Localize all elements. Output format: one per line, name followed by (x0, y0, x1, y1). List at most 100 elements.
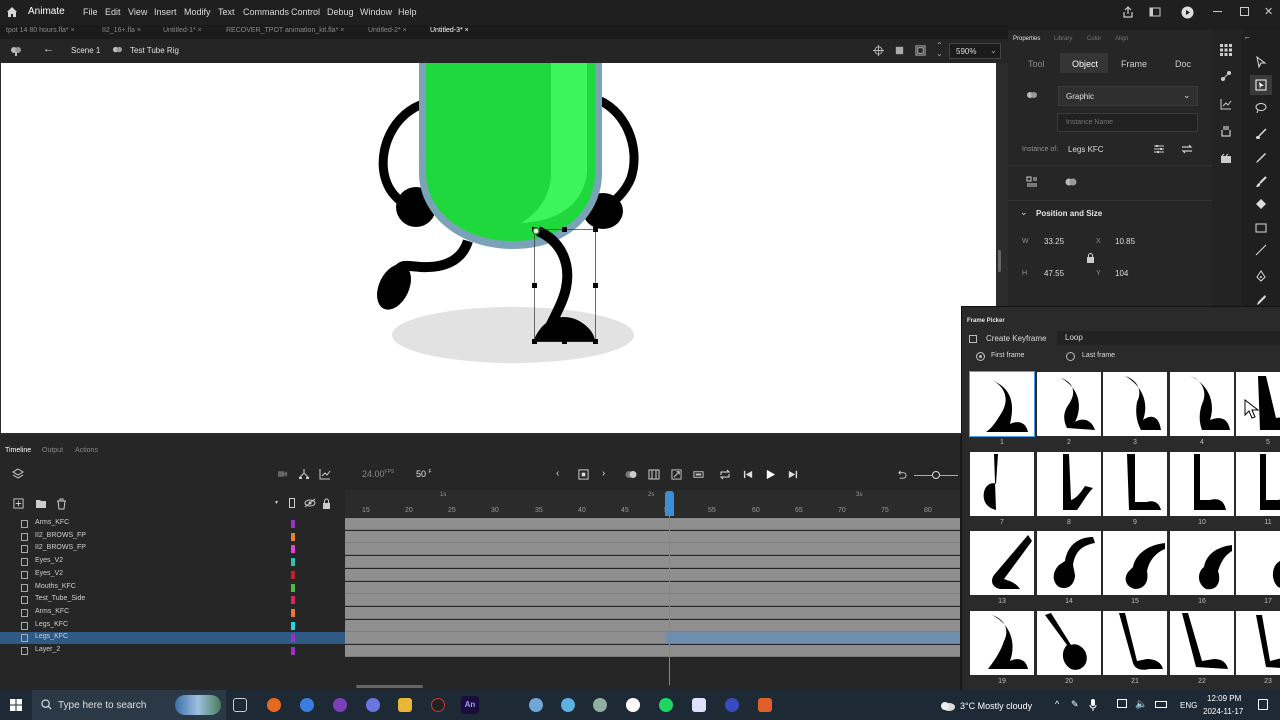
layer-row[interactable]: Layer_2 (0, 645, 345, 657)
loop-select[interactable]: Loop (1057, 331, 1280, 345)
layer-color-swatch[interactable] (291, 583, 295, 592)
language-indicator[interactable]: ENG (1180, 701, 1197, 710)
onion-skin-icon[interactable] (625, 469, 637, 480)
workspace-icon[interactable] (1149, 6, 1161, 18)
menu-view[interactable]: View (128, 7, 147, 17)
app-icon[interactable] (725, 698, 739, 712)
chrome-icon[interactable] (300, 698, 314, 712)
layer-color-swatch[interactable] (291, 532, 295, 541)
pencil-icon[interactable] (1255, 152, 1267, 164)
visibility-icon[interactable] (304, 498, 316, 508)
rectangle-tool-icon[interactable] (1255, 222, 1267, 234)
layer-color-swatch[interactable] (291, 647, 295, 655)
lock-icon[interactable] (1086, 253, 1095, 263)
zoom-select[interactable]: 590% ⌄ (949, 43, 1001, 59)
layer-color-swatch[interactable] (291, 558, 295, 567)
symbol-breadcrumb[interactable]: Test Tube Rig (130, 46, 179, 55)
subtab-object-bg[interactable]: Object (1060, 53, 1108, 73)
subtab-doc[interactable]: Doc (1175, 59, 1191, 69)
frame-thumbnail[interactable] (1170, 611, 1234, 675)
chevron-down-icon[interactable]: ⌄ (1020, 207, 1028, 218)
new-layer-icon[interactable] (13, 498, 24, 509)
graph-icon[interactable] (1220, 98, 1232, 110)
timeline-scrollbar[interactable] (356, 685, 423, 688)
layer-row[interactable]: II2_BROWS_FP (0, 531, 345, 543)
tab-output[interactable]: Output (42, 447, 63, 454)
h-value[interactable]: 47.55 (1044, 269, 1064, 278)
symbol-type-select[interactable]: Graphic ⌄ (1058, 86, 1198, 106)
fit-icon[interactable] (915, 45, 926, 56)
menu-help[interactable]: Help (398, 7, 417, 17)
graph-icon[interactable] (319, 468, 331, 480)
menu-control[interactable]: Control (291, 7, 320, 17)
maximize-icon[interactable] (1240, 7, 1249, 16)
frame-thumbnail[interactable] (1170, 531, 1234, 595)
instance-of-value[interactable]: Legs KFC (1068, 145, 1104, 154)
frame-thumbnail[interactable] (1170, 372, 1234, 436)
tab-timeline[interactable]: Timeline (5, 447, 31, 454)
outline-toggle-icon[interactable] (289, 498, 295, 508)
discord-icon[interactable] (366, 698, 380, 712)
play-circle-icon[interactable] (1181, 6, 1194, 19)
tab-properties[interactable]: Properties (1013, 36, 1040, 42)
frame-thumbnail[interactable] (970, 531, 1034, 595)
app-icon[interactable] (561, 698, 575, 712)
frame-row[interactable] (345, 581, 960, 594)
layer-row[interactable]: Legs_KFC (0, 632, 345, 645)
weather-text[interactable]: 3°C Mostly cloudy (960, 701, 1032, 711)
symbol-edit-icon[interactable] (1064, 176, 1078, 188)
frame-row[interactable] (345, 632, 960, 645)
network-icon[interactable] (1117, 699, 1127, 708)
tab-actions[interactable]: Actions (75, 447, 98, 454)
layer-color-swatch[interactable] (291, 520, 295, 528)
transform-frames-icon[interactable] (671, 469, 682, 480)
layer-color-swatch[interactable] (291, 596, 295, 605)
frame-thumbnail[interactable] (1103, 531, 1167, 595)
frame-thumbnail[interactable] (1236, 611, 1280, 675)
frame-row[interactable] (345, 619, 960, 632)
task-view-icon[interactable] (233, 698, 247, 712)
layer-depth-icon[interactable] (298, 468, 310, 480)
frame-row[interactable] (345, 518, 960, 530)
doc-tab[interactable]: tpot 14 80 hours.fla* × (6, 27, 75, 34)
edit-multiple-frames-icon[interactable] (648, 469, 660, 480)
y-value[interactable]: 104 (1115, 269, 1128, 278)
zoom-stepper-icon[interactable]: ⌃ ⌄ (936, 42, 943, 58)
selection-tool-icon[interactable] (1255, 56, 1267, 68)
doc-tab-active[interactable]: Untitled-3* × (430, 27, 469, 34)
doc-tab[interactable]: II2_16+.fla × (102, 27, 141, 34)
motion-icon[interactable] (1220, 70, 1232, 82)
align-icon[interactable] (1026, 176, 1038, 188)
x-value[interactable]: 10.85 (1115, 237, 1135, 246)
frame-row[interactable] (345, 530, 960, 543)
doc-tab[interactable]: Untitled-1* × (163, 27, 202, 34)
line-tool-icon[interactable] (1255, 244, 1267, 256)
menu-text[interactable]: Text (218, 7, 235, 17)
doc-tab[interactable]: Untitled-2* × (368, 27, 407, 34)
delete-icon[interactable] (56, 498, 67, 510)
settings-sliders-icon[interactable] (1153, 143, 1165, 155)
frame-thumbnail[interactable] (970, 611, 1034, 675)
frame-row[interactable] (345, 568, 960, 581)
clock-time[interactable]: 12:09 PM (1207, 694, 1241, 703)
frame-row[interactable] (345, 606, 960, 619)
doc-tab[interactable]: RECOVER_TPOT animation_kit.fla* × (226, 27, 344, 34)
spotify-icon[interactable] (659, 698, 673, 712)
fps-value[interactable]: 24.00FPS (362, 469, 394, 479)
playhead[interactable] (665, 491, 674, 516)
subselection-tool-active[interactable] (1250, 75, 1272, 95)
frame-thumbnail[interactable] (1236, 452, 1280, 516)
app-icon[interactable] (431, 698, 445, 712)
layer-options-dropdown-icon[interactable]: ▾ (275, 499, 278, 506)
layer-row[interactable]: II2_BROWS_FP (0, 543, 345, 555)
first-frame-radio[interactable] (976, 352, 985, 361)
frame-row[interactable] (345, 594, 960, 607)
edit-multiple-icon[interactable] (10, 45, 22, 57)
layer-row[interactable]: Test_Tube_Side (0, 594, 345, 606)
windows-start-icon[interactable] (10, 699, 22, 711)
subtab-frame[interactable]: Frame (1121, 59, 1147, 69)
frame-thumbnail[interactable] (1037, 372, 1101, 436)
new-folder-icon[interactable] (35, 498, 47, 509)
layer-color-swatch[interactable] (291, 621, 295, 630)
frame-thumbnail[interactable] (970, 452, 1034, 516)
